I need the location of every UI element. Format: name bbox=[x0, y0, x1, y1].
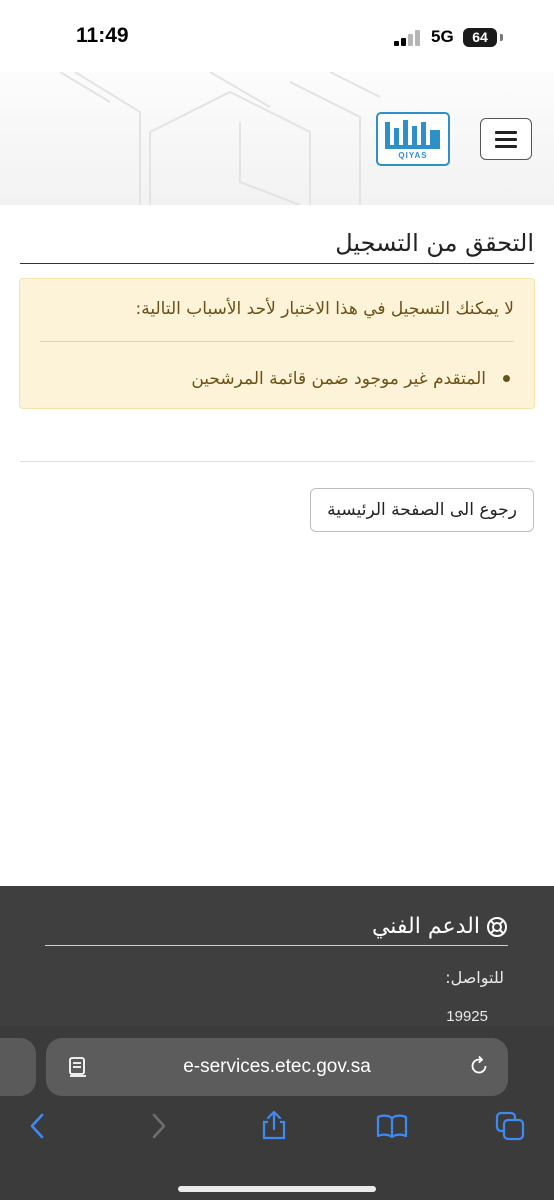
bookmarks-icon[interactable] bbox=[376, 1110, 408, 1142]
menu-button[interactable] bbox=[480, 118, 532, 160]
site-header: QIYAS bbox=[0, 72, 554, 205]
contact-label: للتواصل: bbox=[445, 968, 504, 987]
browser-toolbar: e-services.etec.gov.sa bbox=[0, 1026, 554, 1200]
bullet-icon bbox=[503, 375, 510, 382]
reload-icon[interactable] bbox=[468, 1055, 490, 1077]
warning-alert: لا يمكنك التسجيل في هذا الاختبار لأحد ال… bbox=[19, 278, 535, 409]
alert-heading: لا يمكنك التسجيل في هذا الاختبار لأحد ال… bbox=[135, 299, 514, 319]
hamburger-icon-line bbox=[495, 145, 517, 148]
site-footer: الدعم الفني للتواصل: 19925 bbox=[0, 886, 554, 1026]
previous-tab-preview[interactable] bbox=[0, 1038, 36, 1096]
alert-divider bbox=[40, 341, 514, 342]
battery-tip bbox=[500, 34, 503, 41]
alert-reason-item: المتقدم غير موجود ضمن قائمة المرشحين bbox=[191, 369, 486, 389]
lifebuoy-icon bbox=[487, 917, 507, 937]
forward-icon[interactable] bbox=[142, 1110, 174, 1142]
status-time: 11:49 bbox=[76, 24, 129, 47]
share-icon[interactable] bbox=[258, 1110, 290, 1142]
address-bar[interactable]: e-services.etec.gov.sa bbox=[46, 1038, 508, 1096]
url-text: e-services.etec.gov.sa bbox=[183, 1056, 371, 1077]
header-pattern bbox=[59, 72, 381, 205]
back-icon[interactable] bbox=[22, 1110, 54, 1142]
page-title: التحقق من التسجيل bbox=[20, 229, 534, 264]
cellular-signal-icon bbox=[394, 30, 424, 46]
logo-text: QIYAS bbox=[398, 151, 428, 160]
status-bar: 11:49 5G 64 bbox=[0, 0, 554, 72]
hamburger-icon-line bbox=[495, 138, 517, 141]
back-to-home-button[interactable]: رجوع الى الصفحة الرئيسية bbox=[310, 488, 534, 532]
network-type: 5G bbox=[431, 27, 454, 46]
battery-icon: 64 bbox=[463, 28, 497, 47]
support-heading: الدعم الفني bbox=[45, 914, 508, 946]
hamburger-icon bbox=[495, 131, 517, 134]
home-indicator bbox=[178, 1186, 376, 1192]
qiyas-logo[interactable]: QIYAS bbox=[376, 112, 450, 166]
contact-phone-number[interactable]: 19925 bbox=[446, 1008, 488, 1025]
tabs-icon[interactable] bbox=[494, 1110, 526, 1142]
section-divider bbox=[20, 461, 534, 462]
support-title-text: الدعم الفني bbox=[371, 914, 480, 939]
